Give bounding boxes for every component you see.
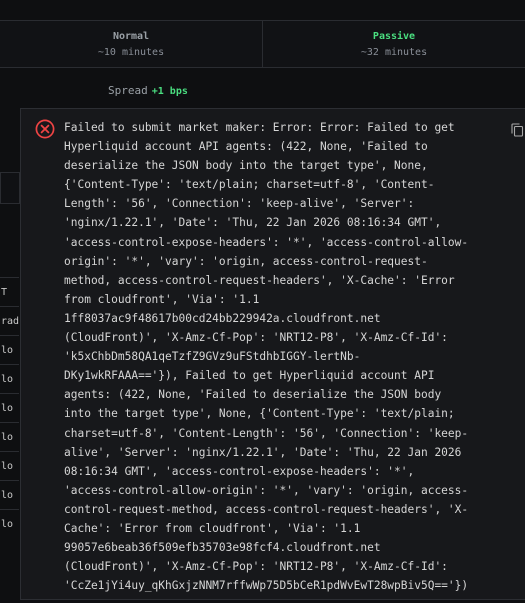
error-message-line: method, access-control-request-headers',… — [64, 273, 455, 287]
error-message-line: {'Content-Type': 'text/plain; charset=ut… — [64, 178, 435, 192]
error-message-line: Hyperliquid account API agents: (422, No… — [64, 140, 428, 154]
spread-label: Spread — [108, 84, 148, 97]
speed-option-time: ~32 minutes — [360, 46, 428, 58]
error-message-line: (CloudFront)', 'X-Amz-Cf-Pop': 'NRT12-P8… — [64, 560, 448, 574]
error-message-line: 'nginx/1.22.1', 'Date': 'Thu, 22 Jan 202… — [64, 216, 442, 230]
error-message-line: from cloudfront', 'Via': '1.1 — [64, 292, 260, 306]
speed-option-name: Passive — [372, 30, 416, 42]
table-cell: lo — [0, 393, 19, 422]
table-cell: rade — [0, 306, 19, 335]
error-message-line: into the target type', None, {'Content-T… — [64, 407, 455, 421]
speed-option-name: Normal — [112, 30, 150, 42]
table-cell: lo — [0, 480, 19, 509]
error-message-line: 1ff8037ac9f48617b00cd24bb229942a.cloudfr… — [64, 311, 381, 325]
speed-option-normal[interactable]: Normal ~10 minutes — [0, 20, 263, 68]
error-message-line: alive', 'Server': 'nginx/1.22.1', 'Date'… — [64, 445, 462, 459]
error-message-line: origin': '*', 'vary': 'origin, access-co… — [64, 254, 428, 268]
table-cell: lo — [0, 422, 19, 451]
error-message-line: 08:16:34 GMT', 'access-control-expose-he… — [64, 464, 415, 478]
error-message-line: Cache': 'Error from cloudfront', 'Via': … — [64, 521, 361, 535]
table-cell: lo — [0, 451, 19, 480]
background-input[interactable] — [0, 172, 20, 204]
error-toast: Failed to submit market maker: Error: Er… — [20, 108, 525, 600]
error-message-line: 99057e6beab36f509efb35703e98fcf4.cloudfr… — [64, 541, 381, 555]
table-cell: lo — [0, 509, 19, 538]
table-cell: T — [0, 277, 19, 306]
error-message-line: 'CcZe1jYi4uy_qKhGxjzNNM7rffwWp75D5bCeR1p… — [64, 579, 469, 593]
speed-option-passive[interactable]: Passive ~32 minutes — [263, 20, 525, 68]
error-message-line: agents: (422, None, 'Failed to deseriali… — [64, 388, 442, 402]
error-message-line: 'access-control-expose-headers': '*', 'a… — [64, 235, 469, 249]
error-message-line: Failed to submit market maker: Error: Er… — [64, 121, 455, 134]
error-message-line: charset=utf-8', 'Content-Length': '56', … — [64, 426, 469, 440]
speed-option-time: ~10 minutes — [97, 46, 165, 58]
table-cell: lo — [0, 335, 19, 364]
error-message-line: (CloudFront)', 'X-Amz-Cf-Pop': 'NRT12-P8… — [64, 331, 448, 345]
error-message-line: DKy1wkRFAAA=='}), Failed to get Hyperliq… — [64, 369, 435, 383]
spread-indicator: Spread +1 bps — [108, 84, 188, 97]
error-x-icon — [35, 119, 55, 139]
error-message-line: 'k5xChbDm58QA1qeTzfZ9GVz9uFStdhbIGGY-ler… — [64, 350, 361, 364]
spread-value: +1 bps — [151, 86, 188, 97]
speed-selector: Normal ~10 minutes Passive ~32 minutes — [0, 20, 525, 68]
error-message-line: Length': '56', 'Connection': 'keep-alive… — [64, 197, 415, 211]
error-message-line: control-request-method, access-control-r… — [64, 502, 469, 516]
error-message-line: deserialize the JSON body into the targe… — [64, 159, 428, 173]
error-message-line: 'access-control-allow-origin': '*', 'var… — [64, 483, 469, 497]
copy-icon[interactable] — [510, 123, 524, 137]
error-message: Failed to submit market maker: Error: Er… — [64, 118, 504, 595]
table-cell: lo — [0, 364, 19, 393]
